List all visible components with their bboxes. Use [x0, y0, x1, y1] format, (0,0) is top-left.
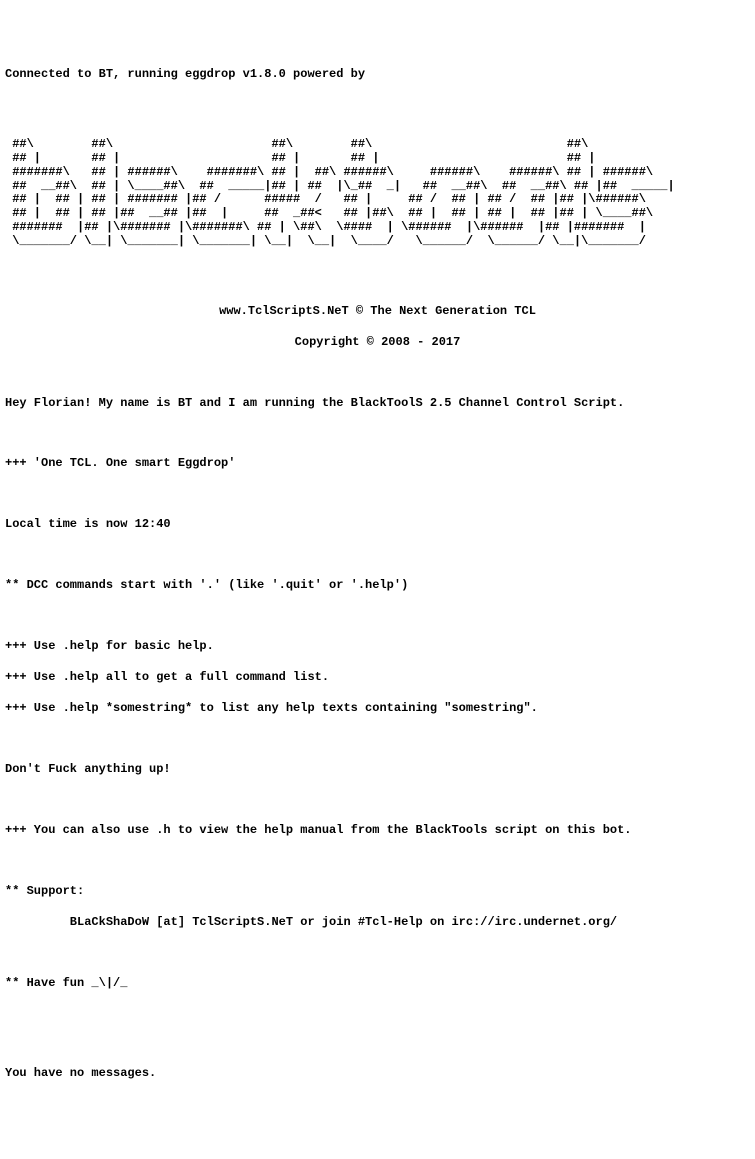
dcc-hint-line: ** DCC commands start with '.' (like '.q…	[5, 578, 750, 594]
support-label: ** Support:	[5, 884, 750, 900]
manual-hint-line: +++ You can also use .h to view the help…	[5, 823, 750, 839]
support-detail: BLaCkShaDoW [at] TclScriptS.NeT or join …	[5, 915, 750, 931]
have-fun-line: ** Have fun _\|/_	[5, 976, 750, 992]
warning-line: Don't Fuck anything up!	[5, 762, 750, 778]
help-line-1: +++ Use .help for basic help.	[5, 639, 750, 655]
site-url-line: www.TclScriptS.NeT © The Next Generation…	[5, 304, 750, 320]
ascii-banner: ##\ ##\ ##\ ##\ ##\ ## | ## | ## | ## | …	[5, 138, 750, 248]
no-messages-line: You have no messages.	[5, 1066, 750, 1082]
greeting-line: Hey Florian! My name is BT and I am runn…	[5, 396, 750, 412]
help-line-2: +++ Use .help all to get a full command …	[5, 670, 750, 686]
tagline-line: +++ 'One TCL. One smart Eggdrop'	[5, 456, 750, 472]
localtime-line: Local time is now 12:40	[5, 517, 750, 533]
help-line-3: +++ Use .help *somestring* to list any h…	[5, 701, 750, 717]
copyright-line: Copyright © 2008 - 2017	[5, 335, 750, 351]
connection-status: Connected to BT, running eggdrop v1.8.0 …	[5, 67, 750, 83]
